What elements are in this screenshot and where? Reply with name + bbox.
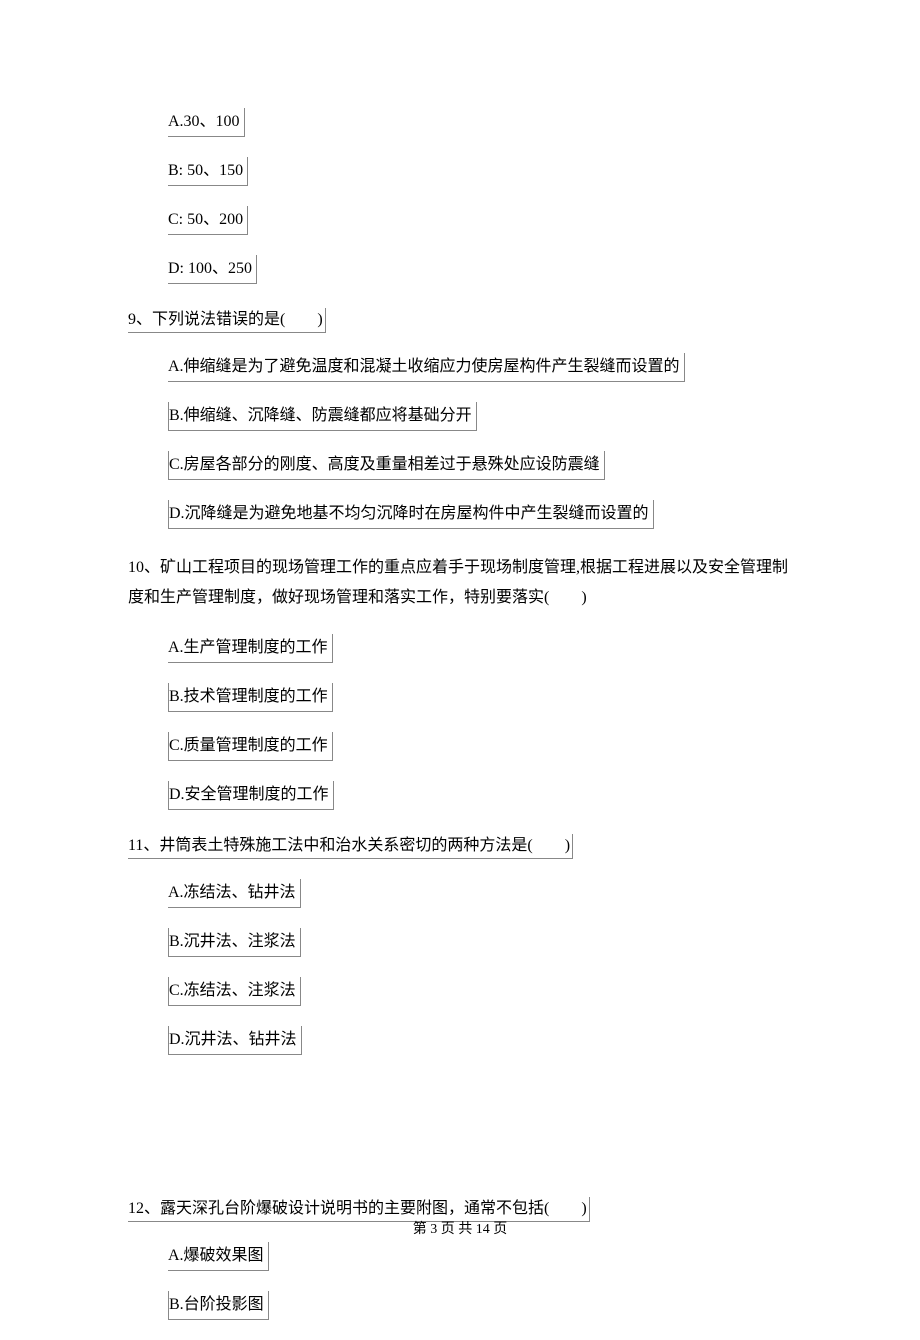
q10-stem: 10、矿山工程项目的现场管理工作的重点应着手于现场制度管理,根据工程进展以及安全…: [128, 553, 792, 614]
q10-option-b: B.技术管理制度的工作: [168, 683, 333, 712]
q9-stem: 9、下列说法错误的是( ): [128, 308, 792, 333]
q11-option-a: A.冻结法、钻井法: [168, 879, 301, 908]
q9-option-a: A.伸缩缝是为了避免温度和混凝土收缩应力使房屋构件产生裂缝而设置的: [168, 353, 685, 382]
document-content: A.30、100 B: 50、150 C: 50、200 D: 100、250 …: [0, 0, 920, 1340]
q11-option-d: D.沉井法、钻井法: [168, 1026, 302, 1055]
q9-option-c: C.房屋各部分的刚度、高度及重量相差过于悬殊处应设防震缝: [168, 451, 605, 480]
q12-option-a: A.爆破效果图: [168, 1242, 269, 1271]
q8-option-b: B: 50、150: [168, 157, 248, 186]
q10-option-c: C.质量管理制度的工作: [168, 732, 333, 761]
q9-option-b: B.伸缩缝、沉降缝、防震缝都应将基础分开: [168, 402, 477, 431]
q12-option-b: B.台阶投影图: [168, 1291, 269, 1320]
q11-option-c: C.冻结法、注浆法: [168, 977, 301, 1006]
q11-stem: 11、井筒表土特殊施工法中和治水关系密切的两种方法是( ): [128, 834, 792, 859]
q9-option-d: D.沉降缝是为避免地基不均匀沉降时在房屋构件中产生裂缝而设置的: [168, 500, 654, 529]
q10-option-a: A.生产管理制度的工作: [168, 634, 333, 663]
q8-option-a: A.30、100: [168, 108, 245, 137]
page-footer: 第 3 页 共 14 页: [0, 1219, 920, 1240]
q8-option-c: C: 50、200: [168, 206, 248, 235]
q10-option-d: D.安全管理制度的工作: [168, 781, 334, 810]
q8-option-d: D: 100、250: [168, 255, 257, 284]
q11-option-b: B.沉井法、注浆法: [168, 928, 301, 957]
